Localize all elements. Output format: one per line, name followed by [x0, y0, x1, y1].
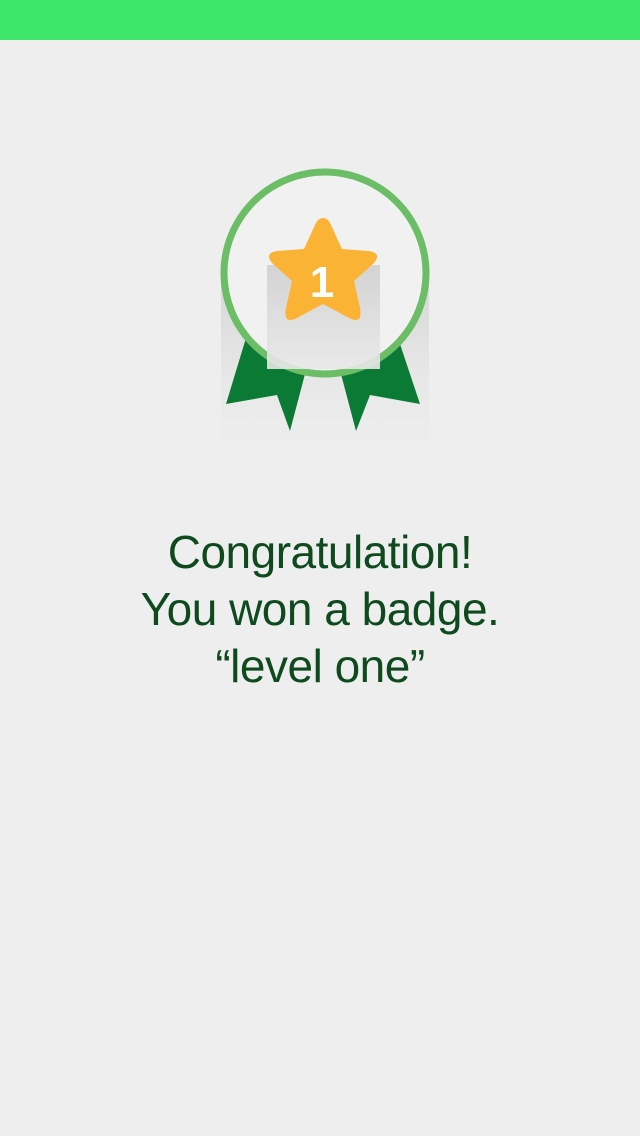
medal-icon: 1: [220, 168, 430, 490]
message-line-3: “level one”: [215, 640, 425, 692]
message-line-2: You won a badge.: [140, 583, 500, 635]
badge-number: 1: [310, 258, 334, 307]
message-line-1: Congratulation!: [167, 526, 473, 578]
congratulation-message: Congratulation! You won a badge. “level …: [0, 524, 640, 695]
badge: 1: [0, 0, 640, 500]
